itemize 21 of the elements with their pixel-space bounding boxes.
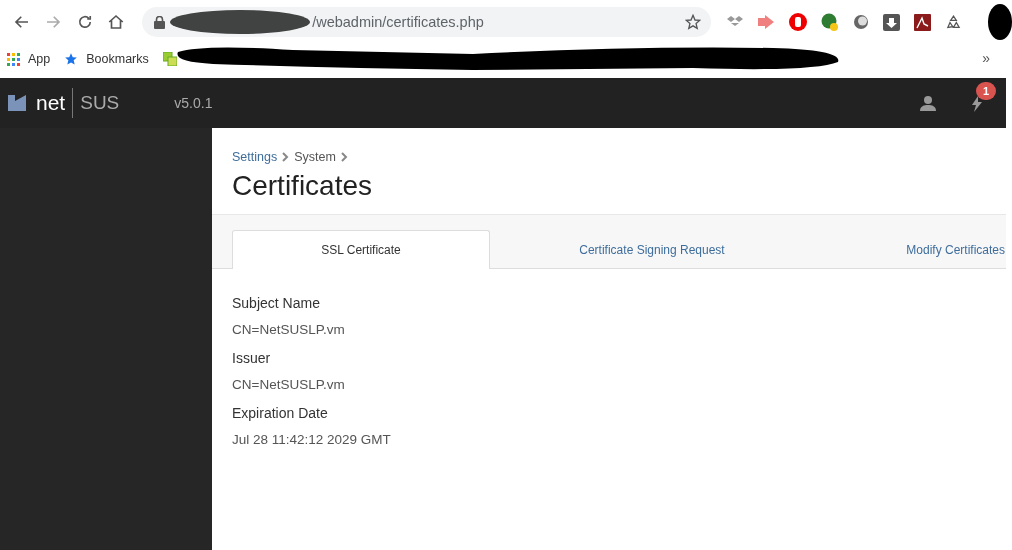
version-text: v5.0.1 bbox=[174, 95, 213, 111]
bookmark-link[interactable]: Bookmarks bbox=[86, 52, 149, 66]
logo-text: net bbox=[36, 91, 66, 115]
field-label: Subject Name bbox=[232, 294, 321, 313]
field-value: CN=NetSUSLP.vm bbox=[232, 321, 346, 339]
bookmarks-overflow[interactable]: » bbox=[982, 50, 990, 66]
field-value: CN=NetSUSLP.vm bbox=[232, 376, 346, 394]
field-label: Expiration Date bbox=[232, 404, 329, 423]
page-title: Certificates bbox=[232, 169, 374, 203]
address-bar[interactable]: /webadmin/certificates.php bbox=[142, 7, 711, 37]
bookmark-link[interactable]: App bbox=[28, 52, 51, 66]
tab[interactable]: Certificate Signing Request bbox=[490, 230, 814, 269]
tab[interactable]: Modify Certificates bbox=[814, 230, 1006, 269]
field-label: Issuer bbox=[232, 349, 272, 368]
field-value: Jul 28 11:42:12 2029 GMT bbox=[232, 431, 392, 449]
notification-badge: 1 bbox=[976, 82, 996, 100]
url-text: /webadmin/certificates.php bbox=[312, 14, 484, 30]
breadcrumb-text: System bbox=[294, 150, 336, 164]
breadcrumb-link[interactable]: Settings bbox=[232, 150, 278, 164]
tab[interactable]: SSL Certificate bbox=[232, 230, 490, 269]
logo-text: SUS bbox=[80, 92, 120, 114]
